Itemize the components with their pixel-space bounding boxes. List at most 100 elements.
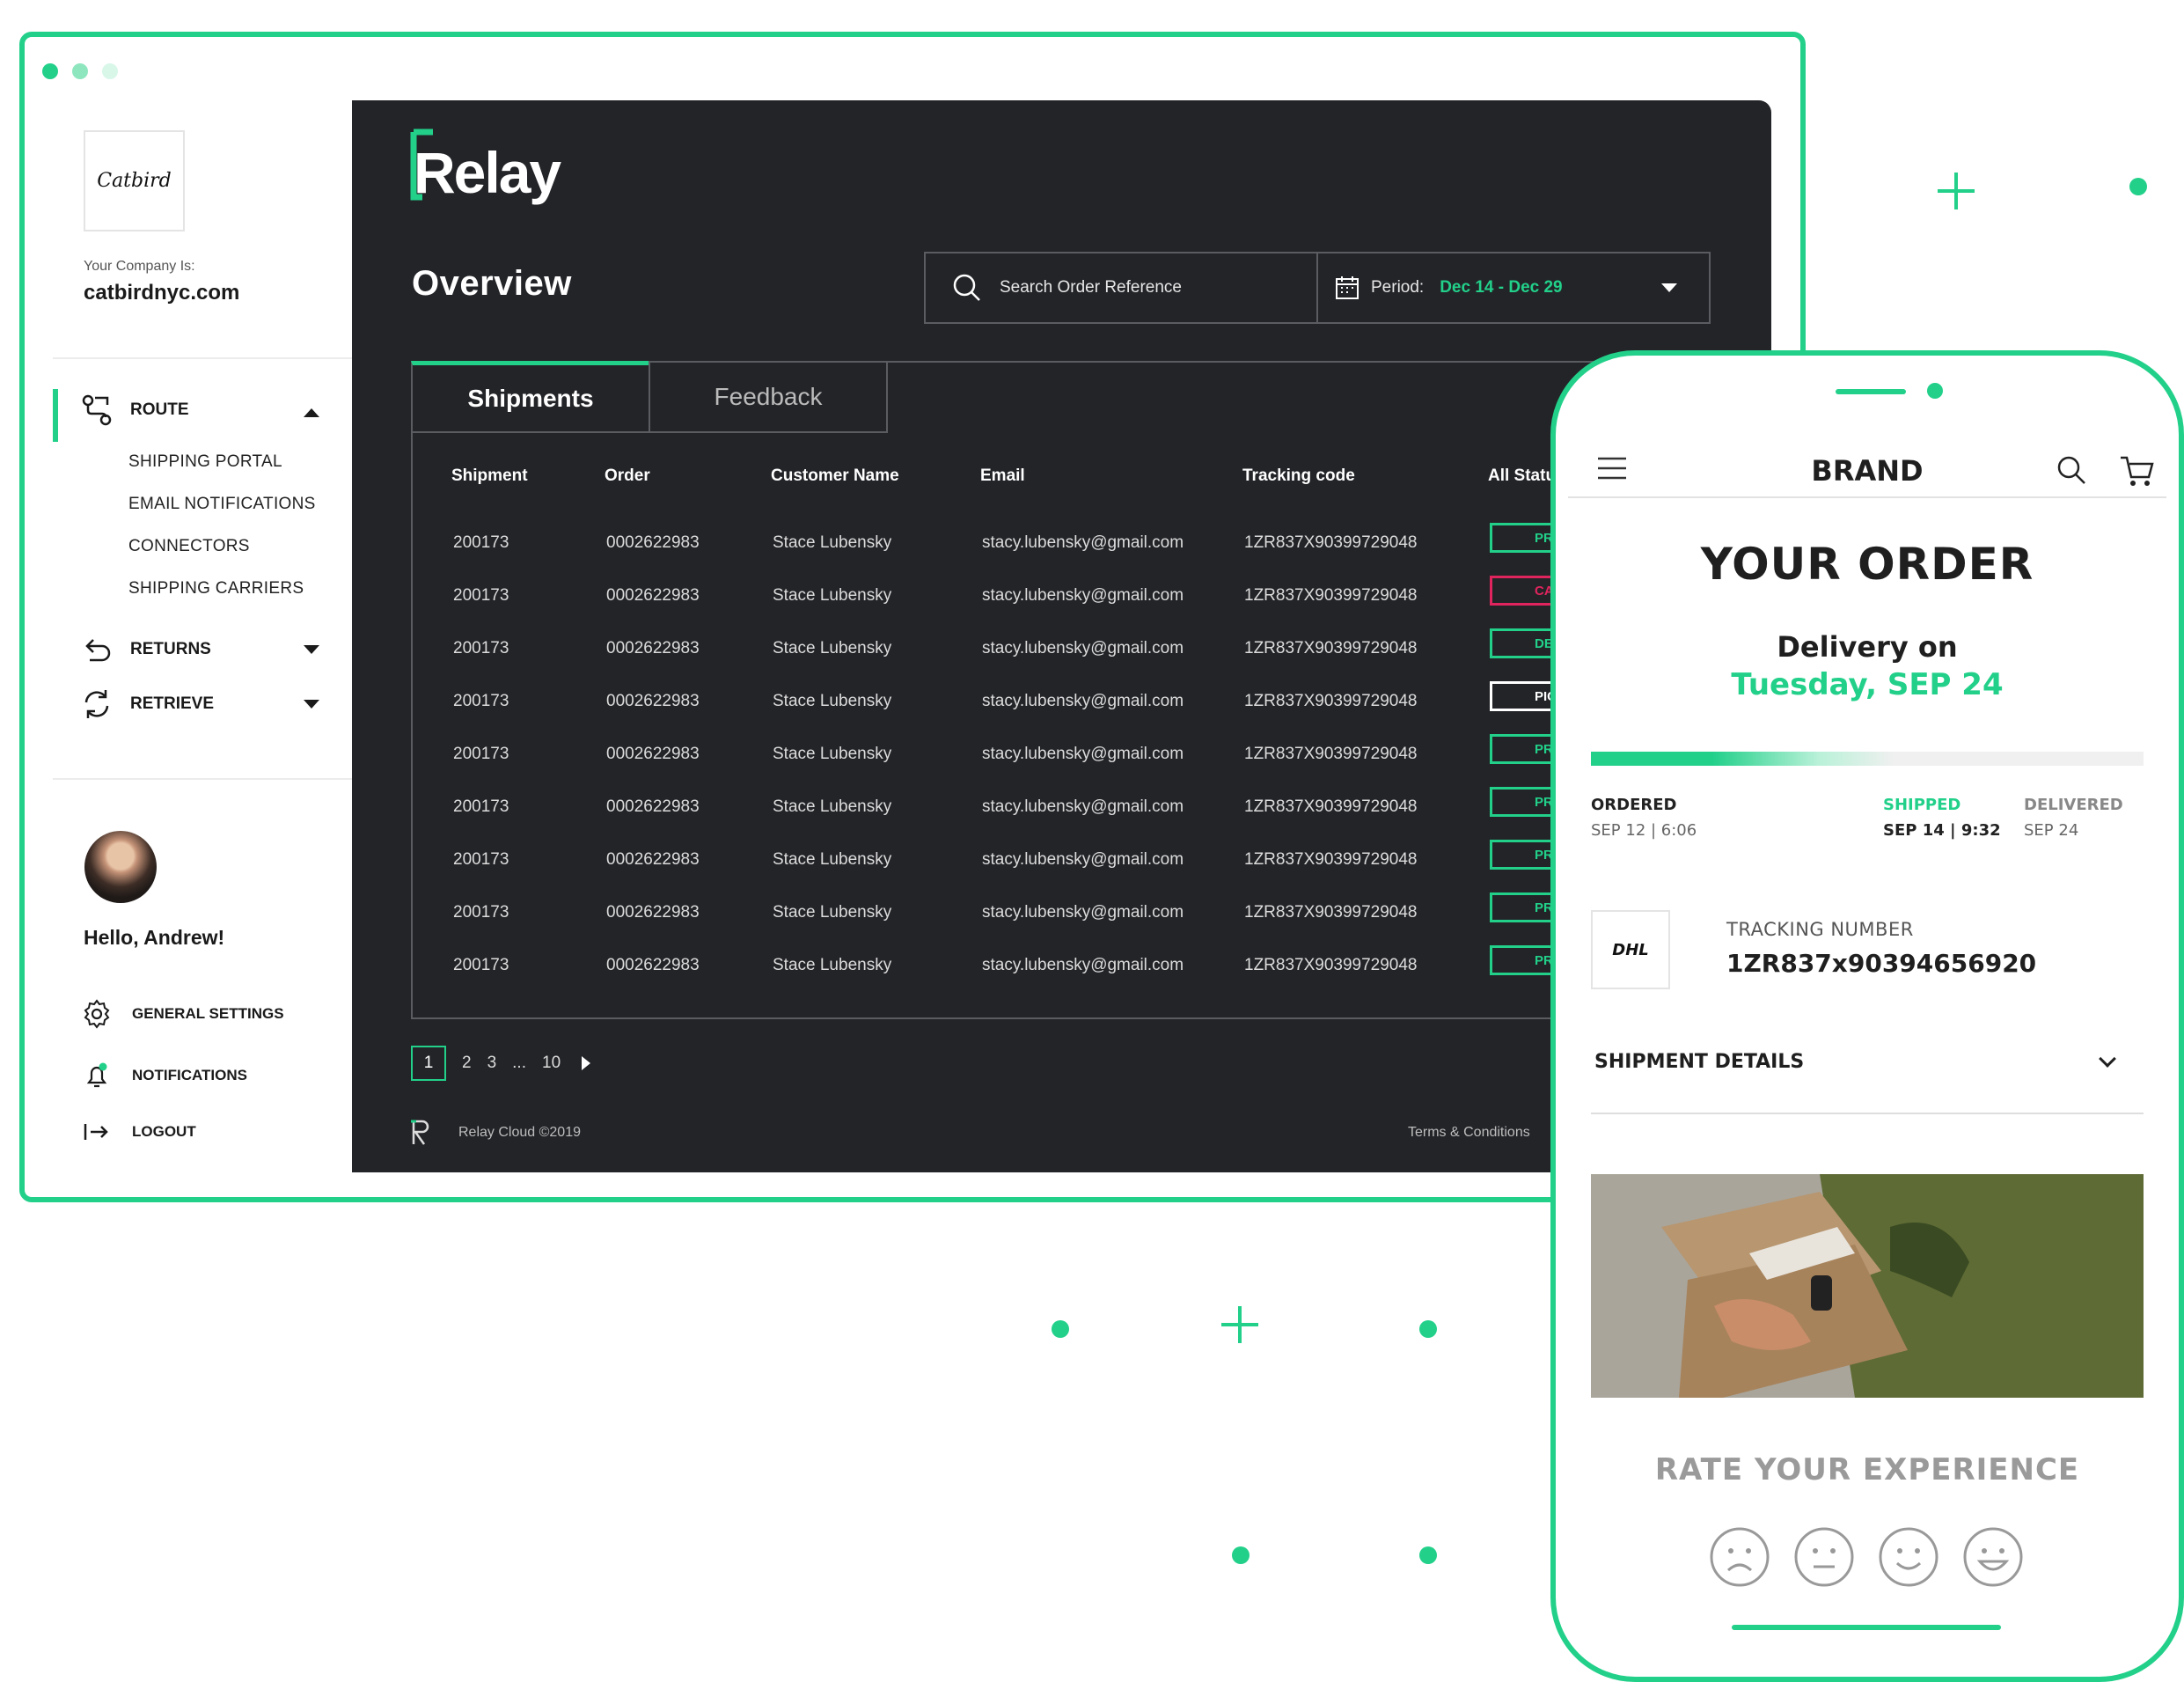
tab-shipments[interactable]: Shipments: [411, 361, 650, 433]
next-page-icon[interactable]: [582, 1056, 591, 1070]
search-icon[interactable]: [2056, 454, 2087, 486]
window-dot[interactable]: [42, 63, 58, 79]
logout-icon: [84, 1124, 108, 1140]
page-current[interactable]: 1: [411, 1046, 446, 1081]
cell-email[interactable]: stacy.lubensky@gmail.com: [982, 533, 1184, 553]
page-2[interactable]: 2: [462, 1054, 472, 1073]
cell-name: Stace Lubensky: [773, 903, 892, 922]
divider: [53, 357, 352, 359]
cell-name: Stace Lubensky: [773, 586, 892, 605]
tab-feedback[interactable]: Feedback: [649, 361, 888, 433]
cell-email[interactable]: stacy.lubensky@gmail.com: [982, 745, 1184, 764]
col-customer-name[interactable]: Customer Name: [771, 466, 899, 486]
neutral-face-icon[interactable]: [1793, 1526, 1855, 1588]
sidebar: Catbird Your Company Is: catbirdnyc.com …: [53, 99, 352, 1172]
shipment-details-toggle[interactable]: SHIPMENT DETAILS: [1594, 1051, 1804, 1073]
cell-order: 0002622983: [606, 956, 700, 974]
cell-tracking: 1ZR837X90399729048: [1244, 850, 1418, 869]
chevron-up-icon[interactable]: [304, 408, 319, 417]
carrier-logo: DHL: [1591, 910, 1670, 989]
cell-order: 0002622983: [606, 533, 700, 552]
subnav-connectors[interactable]: CONNECTORS: [128, 537, 250, 556]
subnav-shipping-portal[interactable]: SHIPPING PORTAL: [128, 452, 282, 472]
order-title: YOUR ORDER: [1700, 539, 2034, 590]
nav-returns-label: RETURNS: [130, 640, 211, 658]
cell-name: Stace Lubensky: [773, 745, 892, 763]
cell-shipment: 200173: [453, 586, 509, 605]
window-dot[interactable]: [72, 63, 88, 79]
relay-logo: Relay: [410, 129, 561, 206]
cell-tracking: 1ZR837X90399729048: [1244, 586, 1418, 605]
cell-tracking: 1ZR837X90399729048: [1244, 956, 1418, 974]
cell-tracking: 1ZR837X90399729048: [1244, 903, 1418, 922]
page-3[interactable]: 3: [487, 1054, 497, 1073]
phone-camera: [1927, 383, 1943, 399]
cell-order: 0002622983: [606, 586, 700, 605]
cell-name: Stace Lubensky: [773, 797, 892, 816]
col-order[interactable]: Order: [605, 466, 650, 486]
nav-retrieve[interactable]: RETRIEVE: [79, 687, 214, 722]
period-select[interactable]: Period: Dec 14 - Dec 29: [1316, 252, 1711, 324]
subnav-email-notifications[interactable]: EMAIL NOTIFICATIONS: [128, 495, 316, 514]
cell-email[interactable]: stacy.lubensky@gmail.com: [982, 903, 1184, 922]
cell-email[interactable]: stacy.lubensky@gmail.com: [982, 639, 1184, 658]
step-value: SEP 12 | 6:06: [1591, 821, 1697, 840]
search-icon: [953, 274, 980, 301]
window-dot[interactable]: [102, 63, 118, 79]
general-settings-label: GENERAL SETTINGS: [132, 1005, 284, 1022]
terms-link[interactable]: Terms & Conditions: [1408, 1125, 1530, 1141]
nav-returns[interactable]: RETURNS: [79, 632, 211, 667]
cell-name: Stace Lubensky: [773, 956, 892, 974]
cell-email[interactable]: stacy.lubensky@gmail.com: [982, 692, 1184, 711]
decor-dot: [2129, 178, 2147, 195]
cell-email[interactable]: stacy.lubensky@gmail.com: [982, 586, 1184, 606]
dropdown-arrow-icon: [1661, 283, 1677, 292]
cell-shipment: 200173: [453, 956, 509, 974]
chevron-down-icon[interactable]: [304, 645, 319, 654]
delivery-photo: [1591, 1174, 2144, 1398]
col-email[interactable]: Email: [980, 466, 1025, 486]
cell-email[interactable]: stacy.lubensky@gmail.com: [982, 850, 1184, 870]
delivery-date: Tuesday, SEP 24: [1731, 667, 2004, 702]
page-last[interactable]: 10: [542, 1054, 561, 1073]
table-row[interactable]: 200173 0002622983 Stace Lubensky stacy.lube…: [413, 945, 1733, 1009]
cell-email[interactable]: stacy.lubensky@gmail.com: [982, 956, 1184, 975]
nav-route[interactable]: ROUTE: [79, 393, 189, 428]
happy-face-icon[interactable]: [1962, 1526, 2024, 1588]
chevron-down-icon[interactable]: [304, 700, 319, 709]
general-settings-link[interactable]: GENERAL SETTINGS: [81, 998, 284, 1030]
greeting: Hello, Andrew!: [84, 926, 225, 949]
calendar-icon: [1336, 276, 1359, 299]
step-delivered: DELIVERED SEP 24: [2024, 796, 2123, 840]
col-tracking-code[interactable]: Tracking code: [1242, 466, 1355, 486]
step-value: SEP 14 | 9:32: [1883, 821, 2001, 840]
step-label: DELIVERED: [2024, 796, 2123, 814]
progress-fill: [1591, 752, 1895, 766]
smile-face-icon[interactable]: [1878, 1526, 1939, 1588]
active-indicator: [53, 389, 58, 442]
col-status-filter[interactable]: All Statu: [1488, 466, 1556, 486]
chevron-down-icon[interactable]: [2099, 1050, 2116, 1068]
period-value: Dec 14 - Dec 29: [1440, 278, 1563, 297]
footer: Relay Cloud ©2019: [411, 1120, 581, 1146]
cell-email[interactable]: stacy.lubensky@gmail.com: [982, 797, 1184, 817]
step-value: SEP 24: [2024, 821, 2079, 840]
avatar[interactable]: [84, 831, 157, 903]
decor-dot: [1419, 1546, 1437, 1564]
logout-link[interactable]: LOGOUT: [81, 1116, 196, 1148]
sad-face-icon[interactable]: [1709, 1526, 1770, 1588]
cell-order: 0002622983: [606, 850, 700, 869]
subnav-shipping-carriers[interactable]: SHIPPING CARRIERS: [128, 579, 304, 599]
cell-name: Stace Lubensky: [773, 533, 892, 552]
cart-icon[interactable]: [2119, 454, 2156, 489]
delivery-progress-bar: [1591, 752, 2144, 766]
nav-route-label: ROUTE: [130, 400, 189, 419]
cell-tracking: 1ZR837X90399729048: [1244, 533, 1418, 552]
cell-tracking: 1ZR837X90399729048: [1244, 692, 1418, 710]
notifications-link[interactable]: NOTIFICATIONS: [81, 1060, 247, 1091]
cell-order: 0002622983: [606, 797, 700, 816]
tracking-number[interactable]: 1ZR837x90394656920: [1726, 949, 2036, 978]
col-shipment[interactable]: Shipment: [451, 466, 528, 486]
search-input[interactable]: Search Order Reference: [924, 252, 1318, 324]
tracking-label: TRACKING NUMBER: [1726, 919, 1914, 940]
